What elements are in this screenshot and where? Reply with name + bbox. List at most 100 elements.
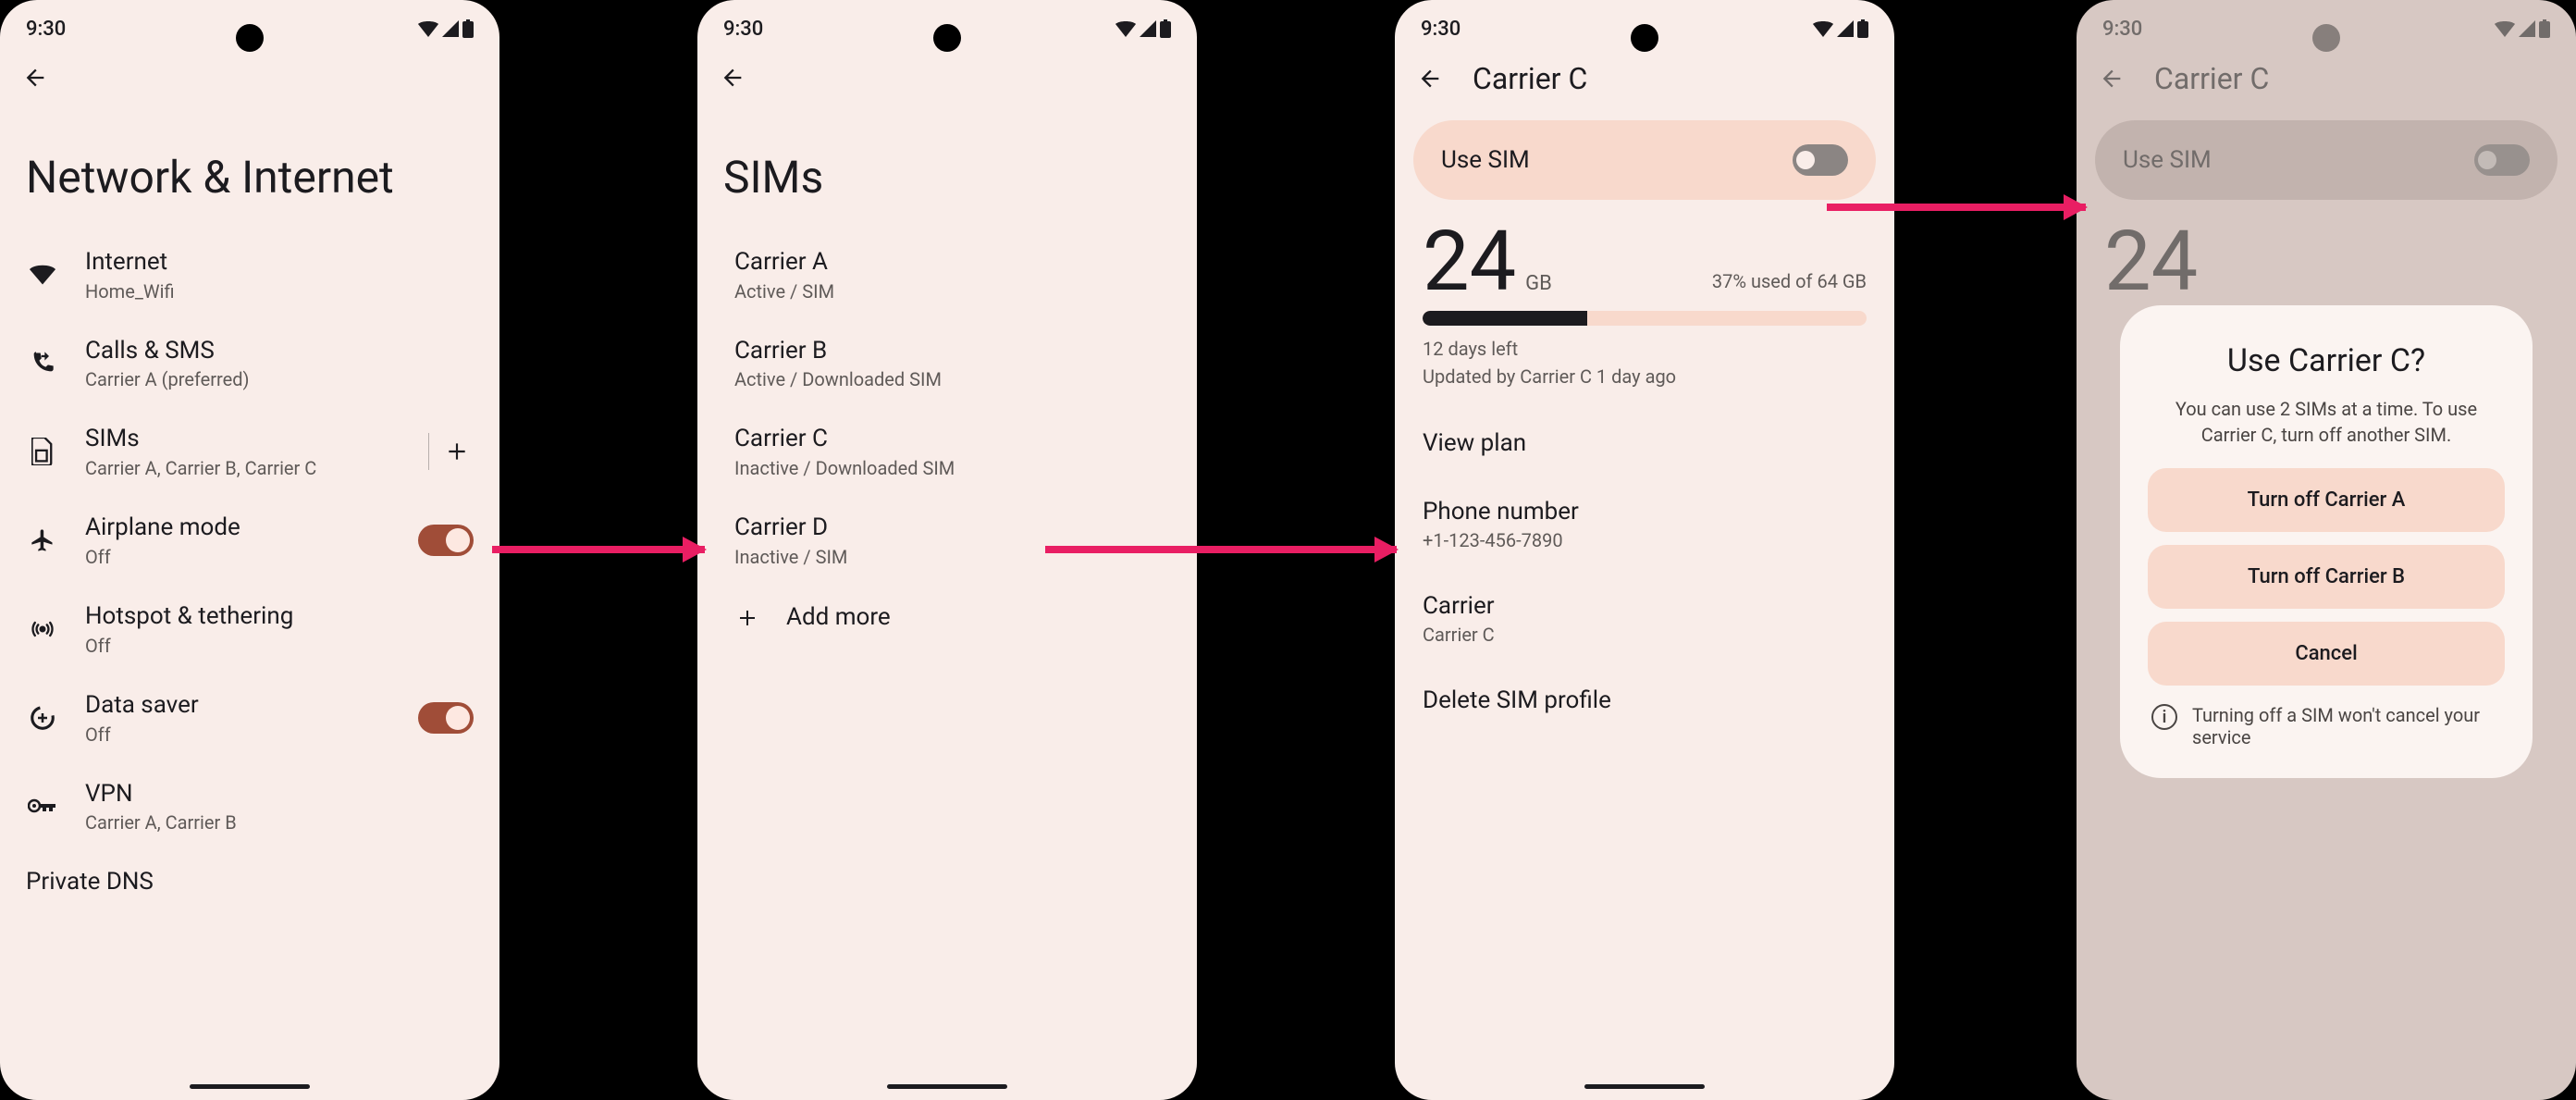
row-title: VPN bbox=[85, 779, 474, 810]
row-private-dns[interactable]: Private DNS bbox=[0, 850, 499, 915]
row-sims[interactable]: SIMs Carrier A, Carrier B, Carrier C bbox=[0, 407, 499, 496]
row-title: Carrier D bbox=[734, 513, 1171, 544]
info-icon: i bbox=[2151, 704, 2177, 730]
row-title: Carrier B bbox=[734, 336, 1171, 367]
screen-carrier-dialog: 9:30 Carrier C Use SIM 24 Use Carrier C?… bbox=[2077, 0, 2576, 1100]
usage-updated: Updated by Carrier C 1 day ago bbox=[1423, 363, 1867, 390]
row-calls-sms[interactable]: Calls & SMS Carrier A (preferred) bbox=[0, 319, 499, 408]
nav-handle[interactable] bbox=[1584, 1084, 1705, 1089]
row-sub: Active / SIM bbox=[734, 280, 1171, 303]
sim-row-carrier-a[interactable]: Carrier A Active / SIM bbox=[697, 230, 1197, 319]
row-sub: Active / Downloaded SIM bbox=[734, 368, 1171, 390]
use-sim-label: Use SIM bbox=[1441, 146, 1530, 174]
status-bar: 9:30 bbox=[2077, 0, 2576, 48]
signal-icon bbox=[2519, 20, 2535, 37]
signal-icon bbox=[1837, 20, 1854, 37]
usage-bar-fill bbox=[1423, 311, 1587, 326]
usage-days-left: 12 days left bbox=[1423, 335, 1867, 363]
status-icons bbox=[418, 19, 474, 38]
app-bar bbox=[0, 48, 499, 107]
nav-handle[interactable] bbox=[887, 1084, 1007, 1089]
row-airplane-mode[interactable]: Airplane mode Off bbox=[0, 496, 499, 585]
battery-icon bbox=[462, 19, 474, 38]
row-sub: Off bbox=[85, 635, 474, 657]
flow-arrow-3 bbox=[1827, 204, 2086, 211]
page-title: Carrier C bbox=[2154, 61, 2269, 96]
screen-network-internet: 9:30 Network & Internet Internet Home_Wi… bbox=[0, 0, 499, 1100]
turn-off-carrier-a-button[interactable]: Turn off Carrier A bbox=[2148, 468, 2505, 532]
row-title: Internet bbox=[85, 247, 474, 278]
plus-icon bbox=[445, 439, 469, 463]
row-phone-number[interactable]: Phone number +1-123-456-7890 bbox=[1395, 477, 1894, 572]
row-hotspot[interactable]: Hotspot & tethering Off bbox=[0, 585, 499, 674]
cancel-button[interactable]: Cancel bbox=[2148, 622, 2505, 686]
row-data-saver[interactable]: Data saver Off bbox=[0, 674, 499, 762]
use-sim-toggle[interactable] bbox=[1793, 144, 1848, 176]
sim-row-carrier-d[interactable]: Carrier D Inactive / SIM bbox=[697, 496, 1197, 585]
phone-forward-icon bbox=[26, 346, 59, 379]
sim-icon bbox=[26, 435, 59, 468]
status-time: 9:30 bbox=[26, 18, 66, 41]
turn-off-carrier-b-button[interactable]: Turn off Carrier B bbox=[2148, 545, 2505, 609]
row-view-plan[interactable]: View plan bbox=[1395, 409, 1894, 477]
use-sim-toggle bbox=[2474, 144, 2530, 176]
row-title: Hotspot & tethering bbox=[85, 601, 474, 633]
signal-icon bbox=[442, 20, 459, 37]
use-sim-label: Use SIM bbox=[2123, 146, 2212, 174]
airplane-toggle[interactable] bbox=[418, 525, 474, 556]
back-icon[interactable] bbox=[1413, 62, 1447, 95]
row-title: SIMs bbox=[85, 424, 402, 455]
row-title: Private DNS bbox=[26, 867, 474, 898]
status-icons bbox=[1813, 19, 1868, 38]
camera-hole-icon bbox=[236, 24, 264, 52]
dialog-title: Use Carrier C? bbox=[2148, 342, 2505, 379]
nav-handle[interactable] bbox=[190, 1084, 310, 1089]
row-title: Carrier C bbox=[734, 424, 1171, 455]
row-sub: Off bbox=[85, 723, 392, 746]
hotspot-icon bbox=[26, 612, 59, 646]
wifi-icon bbox=[26, 258, 59, 291]
sim-row-carrier-b[interactable]: Carrier B Active / Downloaded SIM bbox=[697, 319, 1197, 408]
row-title: Carrier A bbox=[734, 247, 1171, 278]
row-vpn[interactable]: VPN Carrier A, Carrier B bbox=[0, 762, 499, 851]
flow-arrow-1 bbox=[492, 546, 705, 553]
row-delete-sim[interactable]: Delete SIM profile bbox=[1395, 666, 1894, 735]
battery-icon bbox=[1160, 19, 1171, 38]
usage-summary: 37% used of 64 GB bbox=[1712, 270, 1867, 292]
camera-hole-icon bbox=[933, 24, 961, 52]
status-time: 9:30 bbox=[2102, 18, 2142, 41]
row-sub: Carrier A, Carrier B, Carrier C bbox=[85, 457, 402, 479]
back-icon[interactable] bbox=[716, 61, 749, 94]
plus-icon bbox=[734, 601, 760, 635]
wifi-icon bbox=[2495, 20, 2515, 37]
usage-unit: GB bbox=[1525, 272, 1552, 295]
row-title: Phone number bbox=[1423, 498, 1867, 525]
add-more-button[interactable]: Add more bbox=[697, 585, 1197, 651]
status-icons bbox=[1115, 19, 1171, 38]
data-saver-toggle[interactable] bbox=[418, 702, 474, 734]
row-internet[interactable]: Internet Home_Wifi bbox=[0, 230, 499, 319]
data-saver-icon bbox=[26, 701, 59, 735]
row-carrier[interactable]: Carrier Carrier C bbox=[1395, 572, 1894, 666]
status-icons bbox=[2495, 19, 2550, 38]
page-title: SIMs bbox=[697, 107, 1197, 230]
back-icon[interactable] bbox=[18, 61, 52, 94]
back-icon bbox=[2095, 62, 2128, 95]
add-sim-button[interactable] bbox=[440, 435, 474, 468]
page-title: Carrier C bbox=[1473, 61, 1587, 96]
data-usage-block: 37% used of 64 GB 24 GB 12 days left Upd… bbox=[1395, 211, 1894, 409]
use-carrier-dialog: Use Carrier C? You can use 2 SIMs at a t… bbox=[2120, 305, 2533, 778]
row-title: Add more bbox=[786, 602, 891, 634]
sim-list: Carrier A Active / SIM Carrier B Active … bbox=[697, 230, 1197, 651]
battery-icon bbox=[1857, 19, 1868, 38]
row-title: Data saver bbox=[85, 690, 392, 722]
vpn-key-icon bbox=[26, 789, 59, 822]
wifi-icon bbox=[1115, 20, 1136, 37]
row-sub: Inactive / Downloaded SIM bbox=[734, 457, 1171, 479]
dialog-body: You can use 2 SIMs at a time. To use Car… bbox=[2148, 396, 2505, 448]
battery-icon bbox=[2539, 19, 2550, 38]
row-sub: Off bbox=[85, 546, 392, 568]
use-sim-card[interactable]: Use SIM bbox=[1413, 120, 1876, 200]
sim-row-carrier-c[interactable]: Carrier C Inactive / Downloaded SIM bbox=[697, 407, 1197, 496]
page-title: Network & Internet bbox=[0, 107, 499, 230]
